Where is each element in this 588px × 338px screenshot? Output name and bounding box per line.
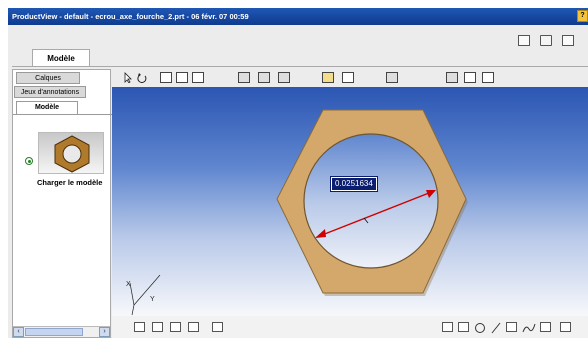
help-button[interactable]: ?	[577, 10, 588, 22]
model-thumbnail[interactable]	[38, 132, 104, 174]
comment-icon[interactable]	[188, 322, 199, 332]
circle-icon[interactable]	[474, 322, 486, 334]
horizontal-scrollbar[interactable]: ‹ ›	[13, 326, 110, 337]
view-toolbar	[118, 69, 588, 87]
left-panel: Calques Jeux d'annotations Modèle Charge…	[12, 69, 112, 338]
edit-icon[interactable]	[506, 322, 517, 332]
tab-annotation-sets[interactable]: Jeux d'annotations	[14, 86, 86, 98]
zoom-fit-icon[interactable]	[176, 72, 188, 83]
3d-viewport[interactable]: X Y Z 0.0251634	[112, 87, 588, 316]
tab-divider	[12, 66, 588, 67]
window-title: ProductView - default - ecrou_axe_fourch…	[12, 12, 249, 21]
shaded-view-icon[interactable]	[446, 72, 458, 83]
notes-icon[interactable]	[442, 322, 453, 332]
rectangle-icon[interactable]	[458, 322, 469, 332]
settings-icon[interactable]	[386, 72, 398, 83]
side-view-icon[interactable]	[258, 72, 270, 83]
rotate-icon[interactable]	[136, 72, 148, 83]
axis-x-label: X	[126, 281, 131, 288]
top-view-icon[interactable]	[278, 72, 290, 83]
wireframe-icon[interactable]	[464, 72, 476, 83]
line-icon[interactable]	[490, 322, 502, 334]
load-model-label[interactable]: Charger le modèle	[37, 178, 102, 187]
hidden-line-icon[interactable]	[482, 72, 494, 83]
lighting-icon[interactable]	[322, 72, 334, 83]
select-pointer-icon[interactable]	[122, 72, 134, 83]
top-right-toolbar	[518, 35, 574, 46]
render-mode-icon[interactable]	[342, 72, 354, 83]
properties-icon[interactable]	[212, 322, 223, 332]
zoom-icon[interactable]	[192, 72, 204, 83]
annotation-icon[interactable]	[170, 322, 181, 332]
axis-triad	[129, 274, 161, 316]
title-bar: ProductView - default - ecrou_axe_fourch…	[8, 8, 588, 25]
nut-hole	[303, 133, 439, 269]
scroll-right-button[interactable]: ›	[99, 327, 110, 337]
dimension-value-label[interactable]: 0.0251634	[330, 176, 378, 192]
zoom-window-icon[interactable]	[160, 72, 172, 83]
measure-icon[interactable]	[152, 322, 163, 332]
panel-divider	[13, 114, 112, 115]
scroll-thumb[interactable]	[25, 328, 83, 336]
tab-layers[interactable]: Calques	[16, 72, 80, 84]
window-icon[interactable]	[562, 35, 574, 46]
dimension-icon[interactable]	[560, 322, 571, 332]
axis-y-label: Y	[150, 296, 155, 303]
freehand-icon[interactable]	[522, 322, 536, 334]
scroll-left-button[interactable]: ‹	[13, 327, 24, 337]
markup-toolbar	[112, 316, 588, 338]
tab-model-panel[interactable]: Modèle	[16, 101, 78, 114]
tab-model[interactable]: Modèle	[32, 49, 90, 66]
model-canvas[interactable]: X Y Z	[112, 87, 588, 316]
export-icon[interactable]	[518, 35, 530, 46]
text-box-icon[interactable]	[540, 322, 551, 332]
model-radio-button[interactable]	[25, 157, 33, 165]
front-view-icon[interactable]	[238, 72, 250, 83]
markup-icon[interactable]	[134, 322, 145, 332]
app-window: Modèle Calques Jeux d'annotations Modèle…	[8, 25, 588, 338]
print-icon[interactable]	[540, 35, 552, 46]
